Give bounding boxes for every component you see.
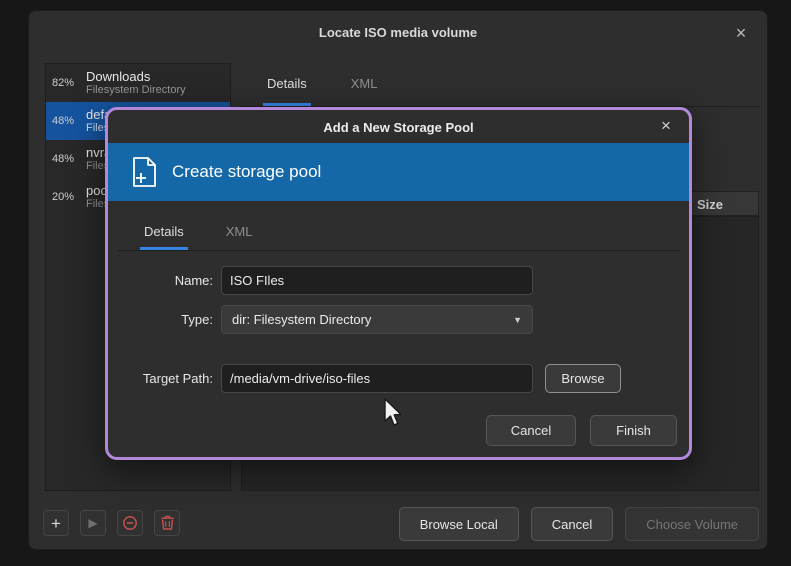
browser-tabstrip: Details XML	[241, 63, 759, 107]
banner-title: Create storage pool	[172, 162, 321, 182]
plus-icon: +	[51, 515, 61, 532]
pool-usage-percent: 48%	[52, 153, 79, 165]
dialog-tabstrip: Details XML	[118, 215, 679, 251]
window-title: Locate ISO media volume	[29, 11, 767, 55]
chevron-down-icon: ▼	[513, 315, 522, 325]
cancel-button[interactable]: Cancel	[531, 507, 613, 541]
close-icon: ×	[736, 23, 747, 44]
pool-name: Downloads	[86, 69, 186, 85]
dialog-finish-button[interactable]: Finish	[590, 415, 677, 446]
name-input[interactable]	[221, 266, 533, 295]
target-path-label: Target Path:	[108, 364, 213, 393]
pool-usage-percent: 48%	[52, 115, 79, 127]
browse-button[interactable]: Browse	[545, 364, 621, 393]
dialog-banner: Create storage pool	[108, 143, 689, 201]
pool-row-downloads[interactable]: 82% Downloads Filesystem Directory	[46, 64, 230, 102]
pool-toolbar: + ▶	[43, 510, 180, 536]
trash-icon	[160, 515, 175, 531]
choose-volume-button[interactable]: Choose Volume	[625, 507, 759, 541]
target-path-input[interactable]	[221, 364, 533, 393]
circle-minus-icon	[122, 515, 138, 531]
footer-actions: Browse Local Cancel Choose Volume	[399, 507, 759, 541]
dialog-tab-xml[interactable]: XML	[222, 215, 257, 250]
pool-usage-percent: 82%	[52, 77, 79, 89]
close-icon: ×	[661, 116, 671, 136]
name-label: Name:	[108, 266, 213, 295]
start-pool-button[interactable]: ▶	[80, 510, 106, 536]
add-pool-button[interactable]: +	[43, 510, 69, 536]
tab-xml[interactable]: XML	[347, 63, 382, 106]
browse-local-button[interactable]: Browse Local	[399, 507, 519, 541]
delete-pool-button[interactable]	[154, 510, 180, 536]
type-select[interactable]: dir: Filesystem Directory ▼	[221, 305, 533, 334]
pool-type: Filesystem Directory	[86, 84, 186, 97]
type-selected-value: dir: Filesystem Directory	[232, 312, 371, 327]
screen: Locate ISO media volume × 82% Downloads …	[0, 0, 791, 566]
window-close-button[interactable]: ×	[729, 21, 753, 45]
play-icon: ▶	[88, 517, 97, 529]
type-label: Type:	[108, 305, 213, 334]
pool-usage-percent: 20%	[52, 191, 79, 203]
dialog-cancel-button[interactable]: Cancel	[486, 415, 576, 446]
tab-details[interactable]: Details	[263, 63, 311, 106]
window-titlebar: Locate ISO media volume ×	[29, 11, 767, 55]
dialog-close-button[interactable]: ×	[655, 115, 677, 137]
new-file-icon	[126, 154, 162, 190]
column-header-size[interactable]: Size	[697, 192, 723, 217]
dialog-buttons: Cancel Finish	[486, 415, 677, 446]
stop-pool-button[interactable]	[117, 510, 143, 536]
dialog-title: Add a New Storage Pool	[108, 113, 689, 143]
add-storage-pool-dialog: Add a New Storage Pool × Create storage …	[105, 107, 692, 460]
dialog-tab-details[interactable]: Details	[140, 215, 188, 250]
